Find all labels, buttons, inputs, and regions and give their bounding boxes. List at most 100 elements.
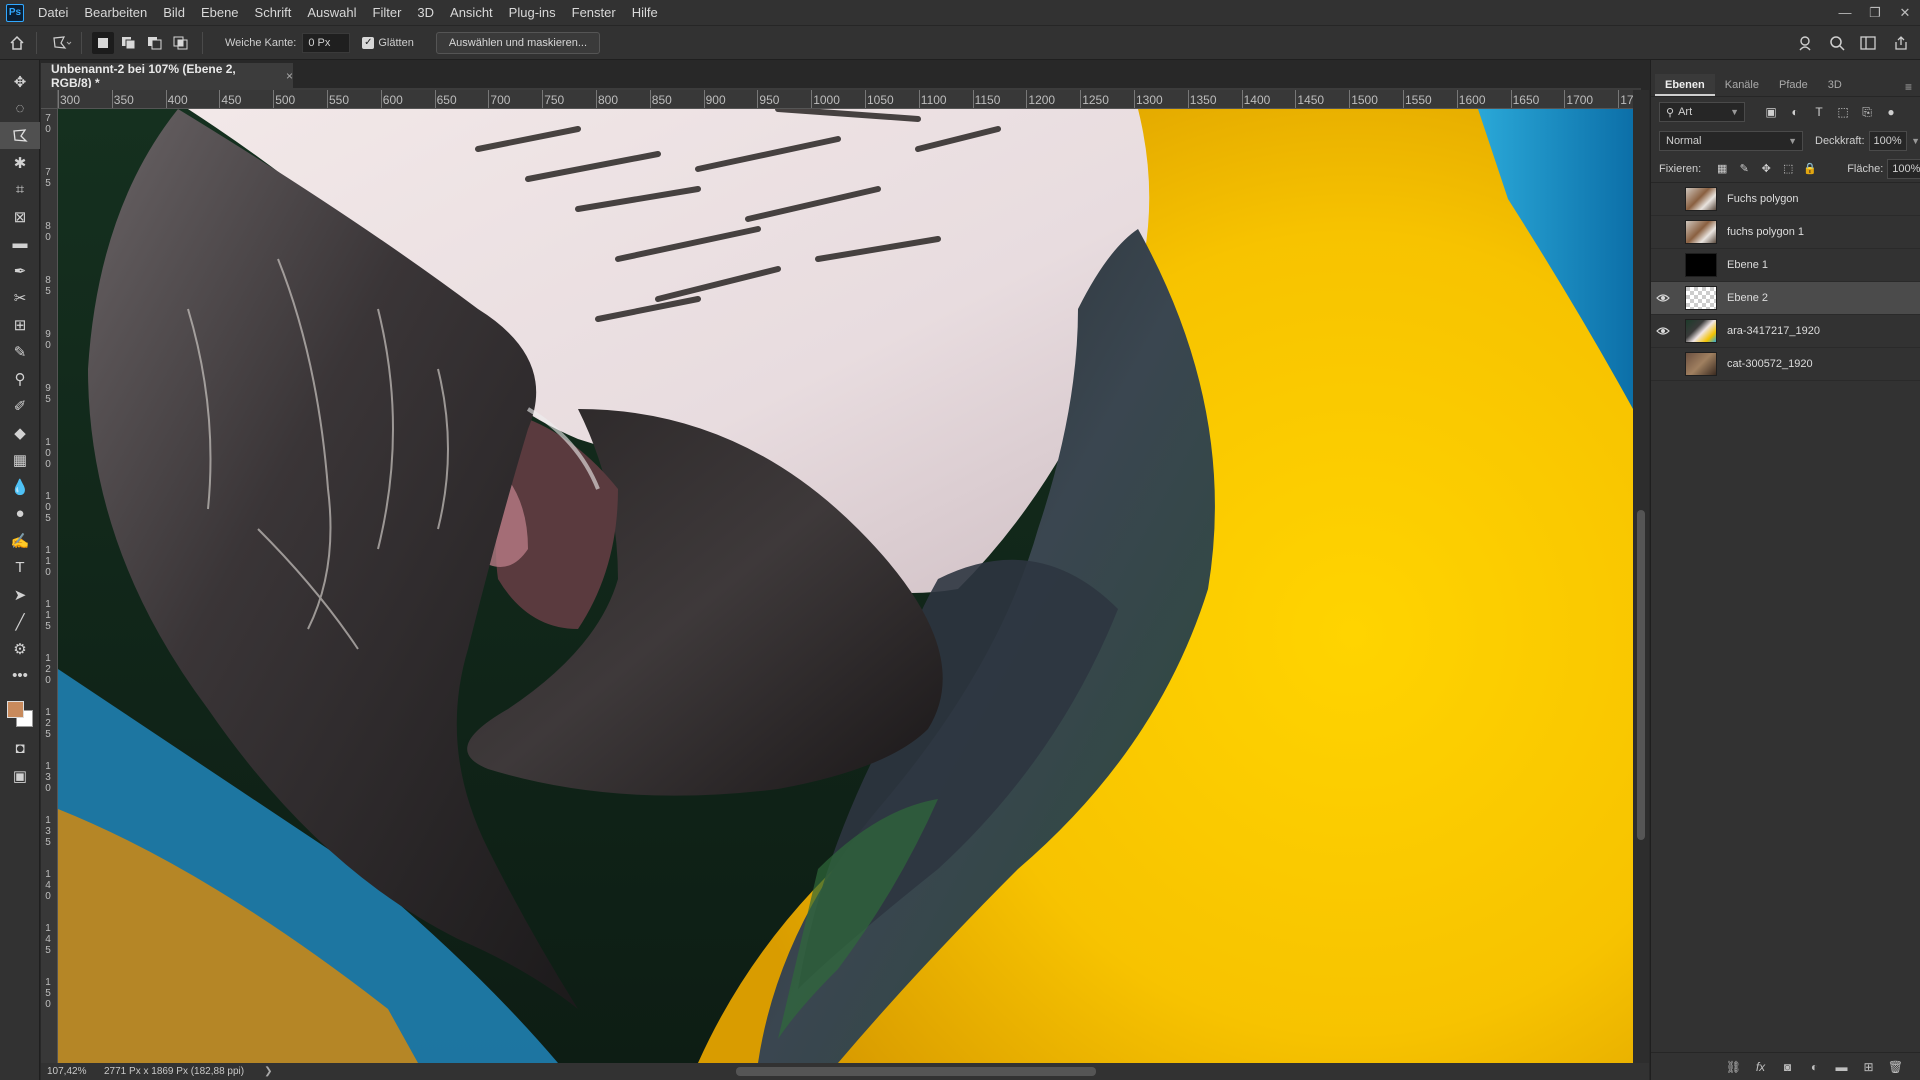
opacity-input[interactable]: 100%: [1868, 131, 1908, 151]
link-layers-icon[interactable]: ⛓: [1720, 1060, 1747, 1074]
layer-row[interactable]: cat-300572_1920: [1651, 348, 1920, 381]
blur-icon[interactable]: 💧: [0, 473, 40, 500]
vertical-scrollbar[interactable]: [1633, 90, 1649, 1063]
menu-ebene[interactable]: Ebene: [193, 0, 247, 25]
pen-icon[interactable]: ✍: [0, 527, 40, 554]
dodge-icon[interactable]: ●: [0, 500, 40, 527]
lock-position-icon[interactable]: ✥: [1755, 162, 1777, 175]
share-learn-icon[interactable]: [1794, 32, 1816, 54]
lasso-icon[interactable]: ◌: [0, 95, 40, 122]
line-icon[interactable]: ╱: [0, 608, 40, 635]
horizontal-ruler[interactable]: 300 350 400 450 500 550 600 650 700 750 800 850 900 9…: [58, 90, 1633, 109]
tab-kanaele[interactable]: Kanäle: [1715, 74, 1769, 96]
panel-menu-icon[interactable]: ≡: [1905, 80, 1912, 94]
vertical-ruler[interactable]: 7 0 7 5 8 0 8 5 9 0 9 5 1 0 0 1 0 5 1 1 0 1 1 5 1 …: [41, 109, 58, 1063]
menu-schrift[interactable]: Schrift: [247, 0, 300, 25]
group-folder-icon[interactable]: ▬: [1828, 1060, 1855, 1074]
ruler-corner[interactable]: [41, 90, 58, 109]
select-and-mask-button[interactable]: Auswählen und maskieren...: [435, 31, 600, 54]
screen-mode-icon[interactable]: ▣: [0, 762, 40, 789]
menu-fenster[interactable]: Fenster: [564, 0, 624, 25]
restore-icon[interactable]: ❐: [1860, 0, 1890, 25]
tab-close-icon[interactable]: ×: [286, 69, 293, 83]
document-canvas[interactable]: [58, 109, 1633, 1063]
subtract-selection-icon[interactable]: [144, 32, 166, 54]
move-icon[interactable]: ✥: [0, 68, 40, 95]
menu-datei[interactable]: Datei: [30, 0, 76, 25]
smart-object-filter-icon[interactable]: ⎘: [1855, 105, 1879, 120]
menu-auswahl[interactable]: Auswahl: [299, 0, 364, 25]
new-selection-icon[interactable]: [92, 31, 114, 54]
visibility-toggle[interactable]: [1651, 249, 1675, 282]
menu-filter[interactable]: Filter: [365, 0, 410, 25]
type-icon[interactable]: T: [0, 554, 40, 581]
adjustment-filter-icon[interactable]: ◐: [1783, 105, 1807, 120]
minimize-icon[interactable]: —: [1830, 0, 1860, 25]
eye-icon[interactable]: [1651, 315, 1675, 348]
magic-wand-icon[interactable]: ✱: [0, 149, 40, 176]
layer-filter-select[interactable]: ⚲ Art ▼: [1659, 102, 1745, 122]
menu-bearbeiten[interactable]: Bearbeiten: [76, 0, 155, 25]
adjustment-layer-icon[interactable]: ◐: [1801, 1060, 1828, 1074]
history-brush-icon[interactable]: ✐: [0, 392, 40, 419]
eyedropper-icon[interactable]: ✒: [0, 257, 40, 284]
shape-filter-icon[interactable]: ⬚: [1831, 105, 1855, 120]
layer-row[interactable]: Fuchs polygon: [1651, 183, 1920, 216]
gradient-icon[interactable]: ▦: [0, 446, 40, 473]
layer-row[interactable]: fuchs polygon 1: [1651, 216, 1920, 249]
tool-preset-icon[interactable]: [51, 32, 73, 54]
menu-ansicht[interactable]: Ansicht: [442, 0, 501, 25]
intersect-selection-icon[interactable]: [170, 32, 192, 54]
stamp-icon[interactable]: ⚲: [0, 365, 40, 392]
lock-transparency-icon[interactable]: ▦: [1711, 162, 1733, 175]
export-icon[interactable]: [1890, 32, 1912, 54]
visibility-toggle[interactable]: [1651, 183, 1675, 216]
frame-icon[interactable]: ⊠: [0, 203, 40, 230]
add-selection-icon[interactable]: [118, 32, 140, 54]
brush-icon[interactable]: ✎: [0, 338, 40, 365]
patch-icon[interactable]: ⊞: [0, 311, 40, 338]
quick-mask-icon[interactable]: ◘: [0, 735, 40, 762]
horizontal-scrollbar[interactable]: [331, 1067, 1671, 1076]
lock-pixels-icon[interactable]: ✎: [1733, 162, 1755, 175]
fx-icon[interactable]: fx: [1747, 1060, 1774, 1074]
foreground-color[interactable]: [7, 701, 24, 718]
menu-hilfe[interactable]: Hilfe: [624, 0, 666, 25]
path-select-icon[interactable]: ➤: [0, 581, 40, 608]
feather-input[interactable]: [302, 32, 351, 53]
fill-input[interactable]: 100%: [1887, 158, 1920, 179]
crop-icon[interactable]: ⌗: [0, 176, 40, 203]
document-tab[interactable]: Unbenannt-2 bei 107% (Ebene 2, RGB/8) * …: [41, 62, 293, 90]
blend-mode-select[interactable]: Normal ▼: [1659, 131, 1803, 151]
shape-icon[interactable]: ⚙: [0, 635, 40, 662]
tab-3d[interactable]: 3D: [1818, 74, 1852, 96]
polygonal-lasso-icon[interactable]: [0, 122, 40, 149]
lock-artboard-icon[interactable]: ⬚: [1777, 162, 1799, 175]
tab-ebenen[interactable]: Ebenen: [1655, 74, 1715, 96]
image-filter-icon[interactable]: ▣: [1759, 105, 1783, 120]
vertical-scroll-thumb[interactable]: [1637, 510, 1645, 840]
horizontal-scroll-thumb[interactable]: [736, 1067, 1096, 1076]
workspace-icon[interactable]: [1858, 32, 1880, 54]
add-mask-icon[interactable]: ◙: [1774, 1060, 1801, 1074]
layer-row[interactable]: Ebene 2: [1651, 282, 1920, 315]
visibility-toggle[interactable]: [1651, 348, 1675, 381]
filter-toggle-icon[interactable]: ●: [1879, 105, 1903, 120]
visibility-toggle[interactable]: [1651, 216, 1675, 249]
delete-layer-icon[interactable]: 🗑: [1882, 1060, 1909, 1074]
menu-plugins[interactable]: Plug-ins: [501, 0, 564, 25]
layer-row[interactable]: Ebene 1: [1651, 249, 1920, 282]
home-icon[interactable]: [6, 32, 28, 54]
antialias-checkbox[interactable]: ✓ Glätten: [362, 36, 414, 49]
menu-3d[interactable]: 3D: [409, 0, 442, 25]
eye-icon[interactable]: [1651, 282, 1675, 315]
type-filter-icon[interactable]: T: [1807, 105, 1831, 120]
status-menu-icon[interactable]: ❯: [264, 1066, 272, 1077]
eraser-icon[interactable]: ◆: [0, 419, 40, 446]
healing-icon[interactable]: ✂: [0, 284, 40, 311]
new-layer-icon[interactable]: ⊞: [1855, 1060, 1882, 1074]
zoom-level[interactable]: 107,42%: [41, 1066, 86, 1077]
tab-pfade[interactable]: Pfade: [1769, 74, 1818, 96]
search-icon[interactable]: [1826, 32, 1848, 54]
lock-all-icon[interactable]: 🔒: [1799, 162, 1821, 175]
